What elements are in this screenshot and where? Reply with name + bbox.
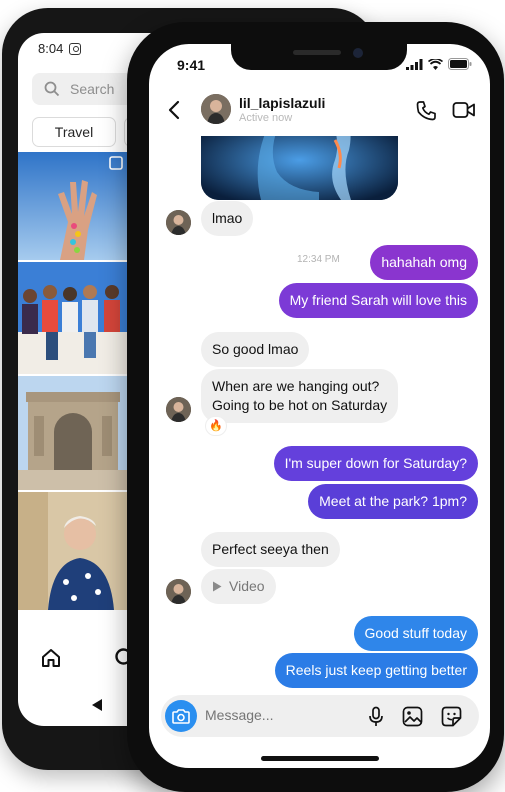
explore-photo-arch[interactable]: [18, 376, 128, 490]
username[interactable]: lil_lapislazuli: [239, 95, 325, 111]
avatar[interactable]: [201, 94, 231, 124]
reaction-fire[interactable]: 🔥: [205, 416, 227, 436]
chip-travel[interactable]: Travel: [32, 117, 116, 147]
explore-photo-woman[interactable]: [18, 492, 128, 610]
instagram-icon: [69, 42, 82, 55]
phone-icon[interactable]: [415, 100, 437, 122]
video-call-icon[interactable]: [452, 100, 476, 120]
message-input[interactable]: [205, 707, 355, 723]
active-status: Active now: [239, 112, 293, 124]
message-outgoing[interactable]: Meet at the park? 1pm?: [308, 484, 478, 519]
search-icon: [44, 81, 60, 97]
explore-photo-hand[interactable]: [18, 152, 128, 260]
avatar: [166, 579, 191, 604]
message-outgoing[interactable]: My friend Sarah will love this: [278, 283, 478, 318]
message-incoming-multiline[interactable]: When are we hanging out? Going to be hot…: [201, 369, 399, 423]
camera-button[interactable]: [165, 700, 197, 732]
back-triangle-icon[interactable]: [90, 698, 104, 712]
message-outgoing[interactable]: Good stuff today: [353, 616, 478, 651]
video-message[interactable]: Video: [201, 569, 276, 604]
message-incoming[interactable]: So good lmao: [201, 332, 310, 367]
sticker-icon[interactable]: [441, 706, 462, 727]
message-composer: [161, 695, 479, 737]
microphone-icon[interactable]: [368, 706, 384, 728]
message-outgoing[interactable]: hahahah omg: [370, 245, 478, 280]
camera-icon: [172, 709, 190, 724]
avatar: [166, 210, 191, 235]
home-icon[interactable]: [40, 647, 62, 669]
message-timestamp: 12:34 PM: [297, 254, 340, 265]
iphone-screen: 9:41 lil_lapislazuli Active now lmao 12:…: [149, 44, 490, 768]
message-incoming[interactable]: lmao: [201, 201, 254, 236]
chat-header: lil_lapislazuli Active now: [149, 86, 490, 136]
search-placeholder: Search: [70, 81, 115, 97]
home-indicator: [261, 756, 379, 761]
back-chevron-icon[interactable]: [165, 98, 185, 122]
message-outgoing[interactable]: Reels just keep getting better: [274, 653, 478, 688]
android-status-bar: 8:04: [38, 41, 82, 56]
avatar: [166, 397, 191, 422]
android-time: 8:04: [38, 41, 64, 56]
play-icon: [213, 581, 222, 592]
gallery-icon[interactable]: [402, 706, 423, 727]
message-outgoing[interactable]: I'm super down for Saturday?: [273, 446, 478, 481]
explore-photo-group[interactable]: [18, 262, 128, 374]
message-incoming[interactable]: Perfect seeya then: [201, 532, 340, 567]
